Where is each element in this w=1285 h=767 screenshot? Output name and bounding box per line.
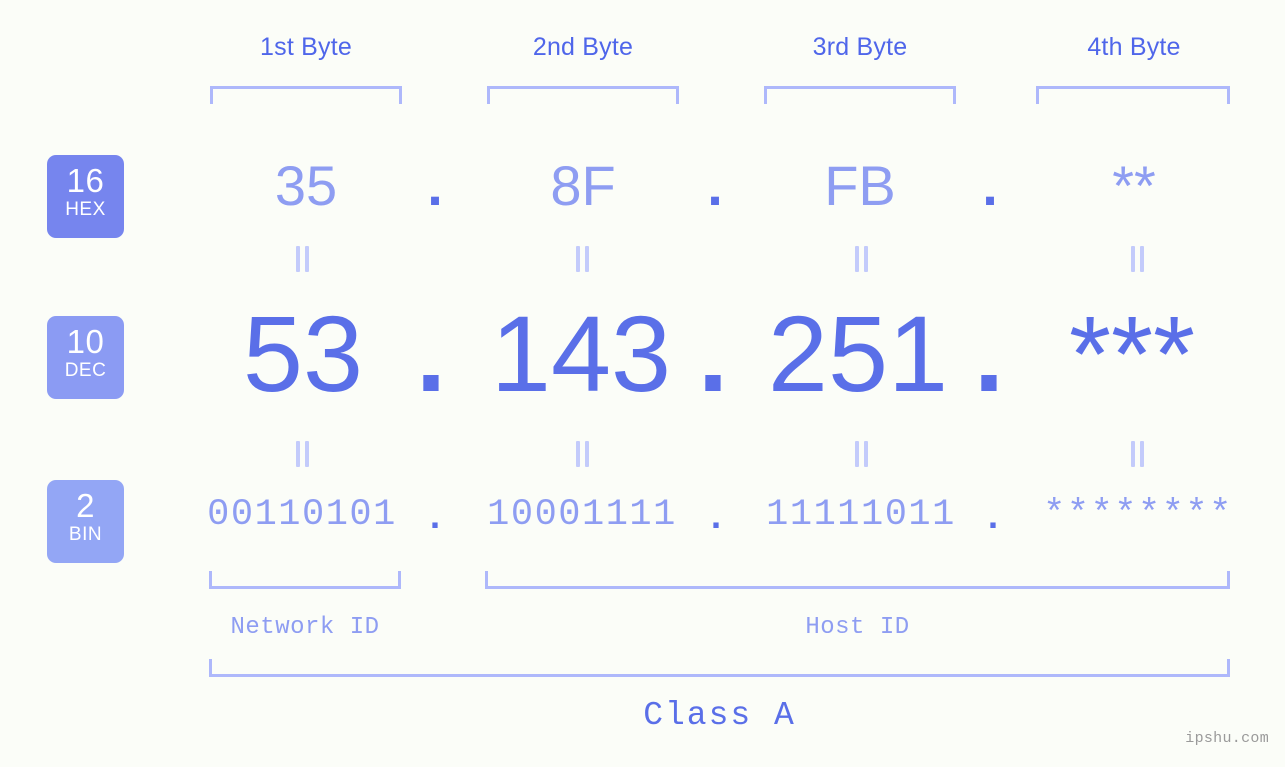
address-class-bracket [209,659,1230,677]
base-badge-bin: 2 BIN [47,480,124,563]
byte-header-4: 4th Byte [1087,33,1181,61]
dec-byte-2: 143 [490,293,672,414]
equality-mark-dec-bin-1 [292,441,312,467]
hex-separator-2: . [707,154,723,217]
hex-byte-4: ** [1112,154,1156,217]
byte-bracket-2 [487,86,679,104]
bin-separator-2: . [710,495,722,536]
host-id-label: Host ID [805,614,910,641]
network-id-bracket [209,571,401,589]
bin-byte-2: 10001111 [487,494,677,536]
dec-separator-1: . [415,293,446,414]
base-badge-dec-name: DEC [64,360,107,381]
equality-mark-hex-dec-2 [572,246,592,272]
bin-separator-1: . [429,495,441,536]
bin-byte-1: 00110101 [207,494,397,536]
hex-separator-1: . [427,154,443,217]
dec-separator-2: . [697,293,728,414]
hex-separator-3: . [982,154,998,217]
equality-mark-dec-bin-3 [851,441,871,467]
base-badge-dec-number: 10 [66,323,105,360]
equality-mark-hex-dec-1 [292,246,312,272]
equality-mark-hex-dec-4 [1127,246,1147,272]
equality-mark-dec-bin-4 [1127,441,1147,467]
base-badge-bin-name: BIN [68,524,103,545]
base-badge-hex-name: HEX [65,199,106,220]
host-id-bracket [485,571,1230,589]
ip-breakdown-diagram: 1st Byte 2nd Byte 3rd Byte 4th Byte 16 H… [0,0,1285,767]
byte-header-2: 2nd Byte [532,33,634,61]
network-id-label: Network ID [230,614,380,641]
watermark: ipshu.com [1185,730,1269,747]
byte-bracket-4 [1036,86,1230,104]
byte-bracket-3 [764,86,956,104]
dec-byte-4: *** [1068,293,1196,414]
hex-byte-3: FB [824,154,896,217]
bin-byte-4: ******** [1043,494,1233,536]
bin-separator-3: . [987,495,999,536]
address-class-label: Class A [643,697,796,734]
equality-mark-dec-bin-2 [572,441,592,467]
hex-byte-2: 8F [550,154,616,217]
dec-separator-3: . [973,293,1004,414]
base-badge-hex-number: 16 [66,162,105,199]
bin-byte-3: 11111011 [766,494,956,536]
dec-byte-3: 251 [767,293,949,414]
base-badge-dec: 10 DEC [47,316,124,399]
base-badge-bin-number: 2 [76,487,95,524]
equality-mark-hex-dec-3 [851,246,871,272]
dec-byte-1: 53 [242,293,364,414]
base-badge-hex: 16 HEX [47,155,124,238]
byte-header-1: 1st Byte [260,33,352,61]
byte-bracket-1 [210,86,402,104]
byte-header-3: 3rd Byte [812,33,908,61]
hex-byte-1: 35 [274,154,338,217]
